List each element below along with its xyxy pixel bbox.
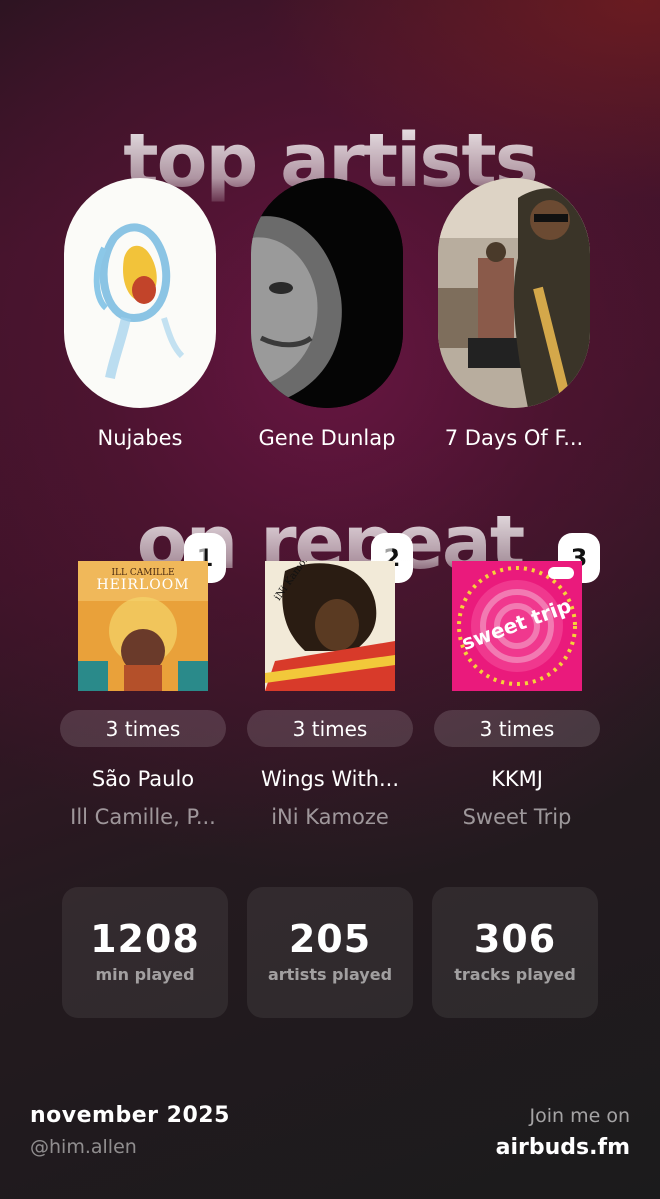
track-card-3[interactable]: sweet trip 3 times KKMJ Sweet Trip: [434, 561, 600, 829]
play-count-badge-1: 3 times: [60, 710, 226, 747]
join-text: Join me on: [529, 1105, 631, 1127]
track-title-3: KKMJ: [491, 767, 543, 791]
track-cover-2: iNi Kamoze: [265, 561, 395, 691]
artist-image-2: [251, 178, 403, 408]
stat-card-tracks: 306 tracks played: [432, 887, 598, 1018]
artist-name-2: Gene Dunlap: [258, 426, 396, 450]
stat-label-artists: artists played: [267, 965, 393, 984]
track-cover-1: ILL CAMILLE HEIRLOOM: [78, 561, 208, 691]
play-count-badge-3: 3 times: [434, 710, 600, 747]
artist-name-3: 7 Days Of F...: [444, 426, 584, 450]
month-label: november 2025: [30, 1103, 230, 1128]
track-artist-1: Ill Camille, P...: [70, 805, 216, 829]
artist-card-1[interactable]: 1 Nujabes: [58, 178, 226, 583]
artist-name-1: Nujabes: [97, 426, 183, 450]
site-link[interactable]: airbuds.fm: [496, 1135, 630, 1160]
artist-card-2[interactable]: 2 Gene Dunlap: [245, 178, 413, 583]
track-card-1[interactable]: ILL CAMILLE HEIRLOOM 3 times São Paulo I…: [60, 561, 226, 829]
track-cover-3: sweet trip: [452, 561, 582, 691]
artist-image-3: [438, 178, 590, 408]
track-title-2: Wings With...: [260, 767, 400, 791]
stat-value-tracks: 306: [473, 917, 557, 961]
user-handle[interactable]: @him.allen: [30, 1136, 137, 1158]
artist-image-1: [64, 178, 216, 408]
stat-value-minutes: 1208: [90, 917, 200, 961]
track-artist-2: iNi Kamoze: [271, 805, 389, 829]
play-count-badge-2: 3 times: [247, 710, 413, 747]
artist-card-3[interactable]: 3 7 Days Of F...: [432, 178, 600, 583]
stat-label-minutes: min played: [95, 965, 195, 984]
stat-card-minutes: 1208 min played: [62, 887, 228, 1018]
track-card-2[interactable]: iNi Kamoze 3 times Wings With... iNi Kam…: [247, 561, 413, 829]
stat-label-tracks: tracks played: [454, 965, 576, 984]
track-artist-3: Sweet Trip: [462, 805, 572, 829]
cover-text-main-1: HEIRLOOM: [96, 577, 189, 593]
stat-value-artists: 205: [288, 917, 372, 961]
track-title-1: São Paulo: [91, 767, 195, 791]
stat-card-artists: 205 artists played: [247, 887, 413, 1018]
